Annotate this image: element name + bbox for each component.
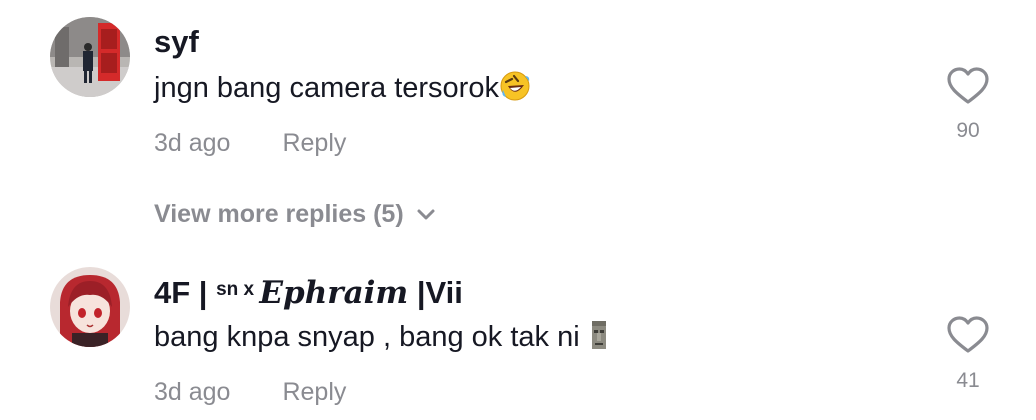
username[interactable]: syf <box>154 24 199 60</box>
view-more-replies-button[interactable]: View more replies (5) <box>154 198 436 230</box>
heart-icon[interactable] <box>946 66 990 106</box>
like-count: 90 <box>956 119 980 142</box>
anime-avatar-icon <box>50 267 130 347</box>
username[interactable]: 4F | sn x Ephraim |Vii <box>154 272 463 311</box>
moai-emoji-icon <box>591 321 606 349</box>
avatar[interactable] <box>50 17 130 97</box>
comment-meta: 3d ago Reply <box>154 377 346 407</box>
timestamp: 3d ago <box>154 378 231 406</box>
chevron-down-icon <box>417 209 435 220</box>
like-count: 41 <box>956 369 980 392</box>
rolling-laughing-emoji-icon <box>500 71 530 101</box>
timestamp: 3d ago <box>154 129 231 157</box>
heart-icon[interactable] <box>946 315 990 355</box>
avatar[interactable] <box>50 267 130 347</box>
comment-meta: 3d ago Reply <box>154 128 346 158</box>
reply-button[interactable]: Reply <box>282 378 346 406</box>
avatar-photo-icon <box>50 17 130 97</box>
comment-text: jngn bang camera tersorok <box>154 70 531 106</box>
comment-text: bang knpa snyap , bang ok tak ni <box>154 319 610 355</box>
reply-button[interactable]: Reply <box>282 129 346 157</box>
view-more-label: View more replies (5) <box>154 200 404 228</box>
